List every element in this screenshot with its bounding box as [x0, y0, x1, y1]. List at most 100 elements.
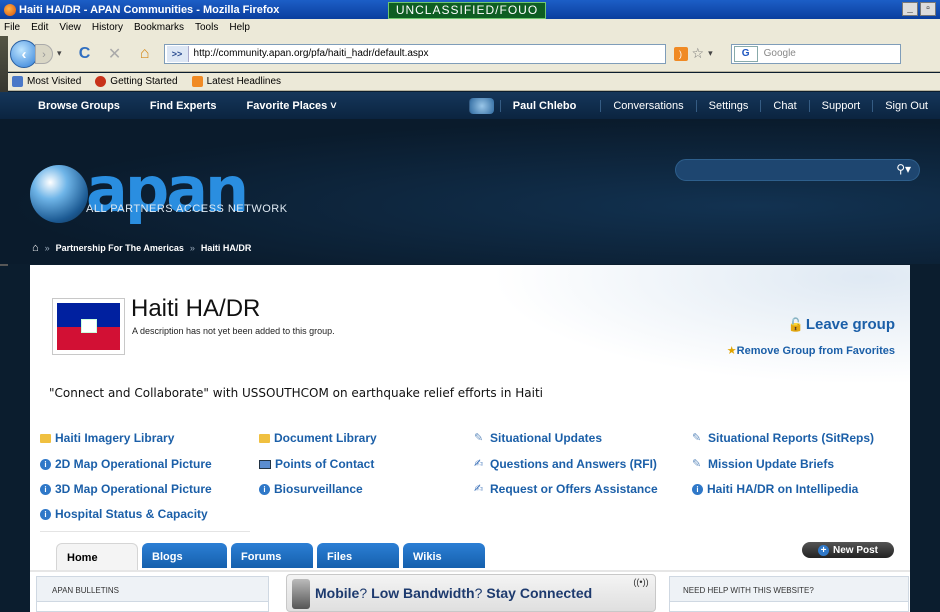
new-post-button[interactable]: + New Post — [802, 542, 894, 558]
search-placeholder: Google — [763, 48, 796, 59]
breadcrumb-item[interactable]: Partnership For The Americas — [56, 243, 184, 253]
banner-stay-connected: Stay Connected — [486, 585, 593, 601]
haiti-flag-image — [52, 298, 125, 355]
banner-low-bandwidth: Low Bandwidth — [371, 585, 475, 601]
bookmark-most-visited[interactable]: Most Visited — [12, 76, 81, 87]
nav-support[interactable]: Support — [808, 99, 873, 112]
link-mission-briefs[interactable]: ✎ Mission Update Briefs — [692, 457, 834, 471]
folder-icon — [40, 433, 51, 443]
new-post-label: New Post — [832, 544, 878, 556]
browser-search-input[interactable]: G Google — [730, 43, 901, 64]
stop-icon[interactable]: ✕ — [105, 44, 125, 64]
remove-favorite-button[interactable]: ★Remove Group from Favorites — [727, 344, 895, 357]
link-hospital-status[interactable]: i Hospital Status & Capacity — [40, 507, 208, 521]
leave-group-label: Leave group — [805, 316, 895, 333]
site-header: apan ALL PARTNERS ACCESS NETWORK ⚲▾ ⌂ » … — [0, 119, 940, 264]
link-questions-answers[interactable]: ✍ Questions and Answers (RFI) — [474, 457, 657, 471]
menu-tools[interactable]: Tools — [195, 22, 218, 33]
group-description: A description has not yet been added to … — [132, 326, 335, 336]
link-request-offers[interactable]: ✍ Request or Offers Assistance — [474, 482, 658, 496]
tab-home[interactable]: Home — [56, 543, 138, 570]
divider — [40, 531, 250, 532]
leave-group-button[interactable]: 🔓 Leave group — [788, 316, 895, 333]
rss-feed-icon — [191, 76, 203, 87]
bookmark-latest-headlines[interactable]: Latest Headlines — [191, 76, 282, 87]
home-icon[interactable]: ⌂ — [135, 45, 155, 63]
link-3d-map[interactable]: i 3D Map Operational Picture — [40, 482, 212, 496]
tab-wikis[interactable]: Wikis — [403, 543, 485, 568]
link-situational-updates[interactable]: ✎ Situational Updates — [474, 431, 602, 445]
remove-favorite-label: Remove Group from Favorites — [736, 345, 895, 357]
link-2d-map[interactable]: i 2D Map Operational Picture — [40, 457, 212, 471]
pen-icon: ✎ — [692, 458, 702, 470]
panel-title: NEED HELP WITH THIS WEBSITE? — [683, 586, 814, 595]
nav-find-experts[interactable]: Find Experts — [150, 100, 217, 112]
back-button[interactable]: ‹ — [10, 39, 38, 68]
breadcrumb-item[interactable]: Haiti HA/DR — [201, 243, 252, 253]
site-logo[interactable]: apan — [86, 153, 249, 226]
help-panel: NEED HELP WITH THIS WEBSITE? — [669, 576, 909, 612]
forward-button[interactable]: › — [35, 43, 53, 64]
globe-logo-icon — [30, 165, 88, 223]
url-dropdown-icon[interactable]: ▾ — [708, 48, 713, 59]
user-menu[interactable]: Paul Chlebo — [457, 97, 601, 114]
window-title: Haiti HA/DR - APAN Communities - Mozilla… — [19, 3, 280, 16]
tab-blogs[interactable]: Blogs — [142, 543, 227, 568]
folder-icon — [259, 433, 270, 443]
history-dropdown-icon[interactable]: ▾ — [57, 48, 62, 59]
bookmark-label: Latest Headlines — [206, 76, 282, 87]
site-nav-bar: Browse Groups Find Experts Favorite Plac… — [0, 92, 940, 119]
minimize-button[interactable]: _ — [902, 2, 918, 16]
rss-icon[interactable]: ) — [673, 46, 688, 61]
search-icon[interactable]: ⚲▾ — [896, 162, 911, 176]
nav-favorite-places[interactable]: Favorite Places ˅ — [247, 100, 337, 112]
link-points-of-contact[interactable]: Points of Contact — [259, 457, 374, 471]
antenna-icon: ((•)) — [633, 577, 649, 587]
tab-files[interactable]: Files — [317, 543, 399, 568]
tab-divider — [30, 570, 910, 572]
nav-chat[interactable]: Chat — [760, 99, 808, 112]
page-title: Haiti HA/DR — [131, 295, 261, 322]
phone-icon — [292, 579, 310, 609]
bookmarks-toolbar: Most Visited Getting Started Latest Head… — [0, 73, 940, 91]
home-icon[interactable]: ⌂ — [32, 242, 39, 254]
menu-help[interactable]: Help — [229, 22, 250, 33]
reload-icon[interactable]: C — [75, 45, 95, 63]
menu-view[interactable]: View — [59, 22, 81, 33]
nav-conversations[interactable]: Conversations — [600, 99, 695, 112]
site-identity-icon[interactable]: >> — [166, 45, 189, 62]
tab-forums[interactable]: Forums — [231, 543, 313, 568]
mobile-banner[interactable]: Mobile? Low Bandwidth? Stay Connected ((… — [286, 574, 656, 612]
bulletins-panel: APAN BULLETINS — [36, 576, 269, 612]
url-bar[interactable]: >> http://community.apan.org/pfa/haiti_h… — [163, 43, 666, 64]
nav-browse-groups[interactable]: Browse Groups — [38, 100, 120, 112]
banner-mobile: Mobile — [315, 585, 360, 601]
menu-bookmarks[interactable]: Bookmarks — [134, 22, 184, 33]
menu-history[interactable]: History — [92, 22, 123, 33]
pen-icon: ✎ — [692, 432, 702, 444]
link-intellipedia[interactable]: i Haiti HA/DR on Intellipedia — [692, 482, 858, 496]
navigation-toolbar: ‹ › ▾ C ✕ ⌂ >> http://community.apan.org… — [0, 36, 940, 72]
info-icon: i — [40, 458, 51, 470]
site-search-input[interactable]: ⚲▾ — [675, 159, 920, 181]
banner-q2: ? — [474, 585, 483, 601]
firefox-icon — [4, 3, 16, 16]
lock-icon: 🔓 — [787, 317, 804, 332]
menu-file[interactable]: File — [4, 22, 20, 33]
link-document-library[interactable]: Document Library — [259, 431, 377, 445]
bookmark-getting-started[interactable]: Getting Started — [95, 76, 178, 87]
menu-edit[interactable]: Edit — [31, 22, 48, 33]
bookmark-star-icon[interactable]: ☆ — [692, 45, 705, 62]
pen-icon: ✎ — [474, 432, 484, 444]
nav-settings[interactable]: Settings — [695, 99, 761, 112]
link-imagery-library[interactable]: Haiti Imagery Library — [40, 431, 174, 445]
nav-sign-out[interactable]: Sign Out — [872, 99, 940, 112]
link-sitreps[interactable]: ✎ Situational Reports (SitReps) — [692, 431, 874, 445]
firefox-bookmark-icon — [95, 76, 107, 87]
link-biosurveillance[interactable]: i Biosurveillance — [259, 482, 363, 496]
restore-button[interactable]: ▫ — [920, 2, 936, 16]
info-icon: i — [40, 508, 51, 520]
google-icon[interactable]: G — [733, 45, 758, 62]
info-icon: i — [692, 483, 703, 495]
window-controls: _ ▫ — [902, 2, 936, 16]
